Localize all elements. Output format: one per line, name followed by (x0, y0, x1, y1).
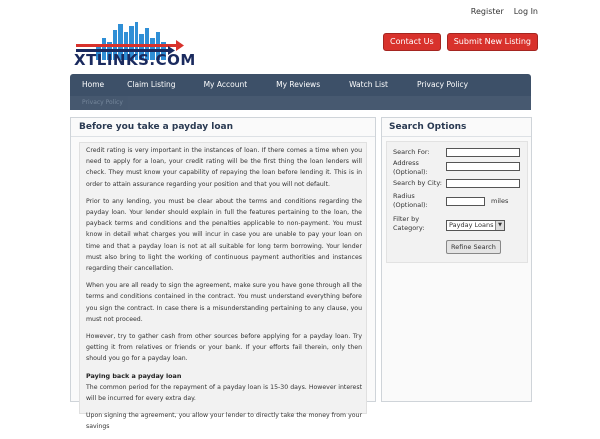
main-nav: Home Claim Listing My Account My Reviews… (70, 74, 531, 96)
miles-label: miles (491, 197, 509, 205)
address-label: Address (Optional): (393, 159, 428, 176)
category-selected-value: Payday Loans (449, 221, 494, 229)
paragraph: Prior to any lending, you must be clear … (86, 197, 362, 273)
submit-listing-button[interactable]: Submit New Listing (446, 33, 538, 51)
city-label: Search by City: (393, 179, 442, 187)
refine-search-button[interactable]: Refine Search (446, 240, 501, 254)
category-select[interactable]: Payday Loans ▼ (446, 220, 505, 231)
header-buttons: Contact Us Submit New Listing (383, 33, 538, 51)
address-input[interactable] (446, 162, 520, 171)
nav-home[interactable]: Home (82, 74, 104, 96)
sidebar-title: Search Options (389, 122, 467, 132)
page-title: Before you take a payday loan (79, 122, 233, 132)
paragraph: The common period for the repayment of a… (86, 383, 362, 403)
top-links: Register Log In (471, 7, 538, 16)
nav-my-reviews[interactable]: My Reviews (276, 74, 320, 96)
divider (382, 136, 531, 137)
main-content-panel: Before you take a payday loan Credit rat… (70, 117, 376, 430)
paragraph: However, try to gather cash from other s… (86, 333, 362, 363)
contact-us-button[interactable]: Contact Us (383, 33, 441, 51)
category-label: Filter by Category: (393, 215, 425, 232)
divider (71, 136, 375, 137)
search-for-label: Search For: (393, 148, 430, 156)
paragraph: Upon signing the agreement, you allow yo… (86, 412, 362, 431)
radius-label: Radius (Optional): (393, 192, 428, 209)
search-for-input[interactable] (446, 148, 520, 157)
search-options-panel: Search Options Search For: Address (Opti… (381, 117, 532, 402)
nav-watch-list[interactable]: Watch List (349, 74, 388, 96)
nav-claim-listing[interactable]: Claim Listing (127, 74, 175, 96)
nav-privacy-policy[interactable]: Privacy Policy (417, 74, 468, 96)
login-link[interactable]: Log In (514, 7, 538, 16)
paragraph: When you are all ready to sign the agree… (86, 282, 362, 323)
paragraph: Credit rating is very important in the i… (86, 147, 362, 188)
subheading: Paying back a payday loan (86, 371, 182, 380)
chevron-down-icon: ▼ (495, 221, 504, 230)
article-body: Credit rating is very important in the i… (86, 145, 362, 439)
radius-input[interactable] (446, 197, 485, 206)
sub-nav: Privacy Policy (70, 96, 531, 110)
search-form: Search For: Address (Optional): Search b… (386, 141, 528, 263)
register-link[interactable]: Register (471, 7, 504, 16)
nav-my-account[interactable]: My Account (204, 74, 248, 96)
city-input[interactable] (446, 179, 520, 188)
logo-text: XTLINKS.COM (74, 51, 196, 69)
subnav-item[interactable]: Privacy Policy (82, 99, 123, 106)
article-box: Credit rating is very important in the i… (79, 142, 367, 430)
